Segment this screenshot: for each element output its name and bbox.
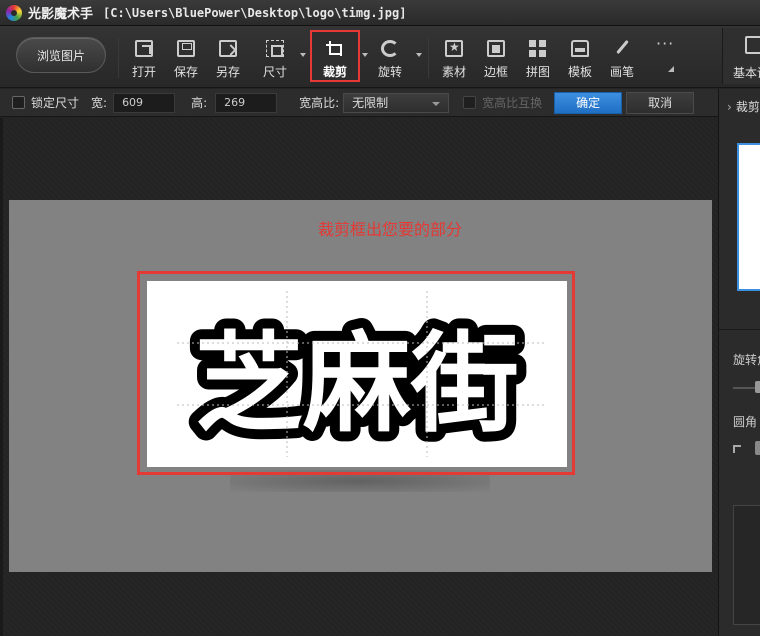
aspect-ratio-select[interactable]: 无限制: [343, 92, 450, 113]
crop-dropdown-arrow[interactable]: [362, 53, 368, 57]
swap-ratio-checkbox[interactable]: [463, 96, 477, 109]
left-ruler: [0, 118, 3, 636]
height-input[interactable]: 269: [215, 92, 278, 113]
resize-icon: [266, 40, 284, 57]
grid-icon: [529, 40, 547, 57]
adjust-icon: [745, 36, 760, 54]
basic-adjust-tab[interactable]: 基本调: [722, 28, 760, 84]
size-label: 尺寸: [262, 65, 287, 79]
lock-size-checkbox[interactable]: [12, 96, 25, 109]
rotate-label: 旋转: [377, 65, 402, 79]
browse-images-button[interactable]: 浏览图片: [16, 37, 106, 73]
star-icon: [445, 40, 463, 57]
crop-options-bar: 锁定尺寸 宽: 609 高: 269 宽高比: 无限制 宽高比互换 确定 取消: [0, 89, 720, 117]
printer-icon: [571, 40, 589, 57]
crop-label: 裁剪: [322, 65, 347, 79]
corner-radius-icon: [733, 445, 741, 453]
collage-label: 拼图: [525, 65, 550, 79]
template-button[interactable]: 模板: [560, 34, 600, 80]
crop-selection-frame[interactable]: [137, 271, 575, 475]
width-input[interactable]: 609: [113, 92, 176, 113]
save-as-icon: [219, 40, 237, 57]
app-title: 光影魔术手: [28, 7, 94, 22]
size-dropdown-arrow[interactable]: [300, 53, 306, 57]
frame-icon: [487, 40, 505, 57]
rotate-button[interactable]: 旋转: [370, 34, 410, 80]
collage-button[interactable]: 拼图: [518, 34, 558, 80]
rotate-icon: [381, 40, 399, 57]
confirm-button[interactable]: 确定: [554, 91, 623, 114]
open-label: 打开: [131, 65, 156, 79]
save-button[interactable]: 保存: [166, 34, 206, 80]
crop-hint-text: 裁剪框出您要的部分: [318, 220, 463, 239]
template-label: 模板: [567, 65, 592, 79]
border-button[interactable]: 边框: [476, 34, 516, 80]
lock-size-label: 锁定尺寸: [31, 96, 80, 110]
corner-radius-handle[interactable]: [755, 441, 760, 455]
brush-icon: [613, 40, 631, 57]
save-icon: [177, 40, 195, 57]
crop-icon: [326, 40, 344, 57]
right-panel: 裁剪 旋转角 圆角: [718, 89, 760, 636]
more-icon: [655, 34, 674, 58]
main-toolbar: 浏览图片 打开 保存 另存 尺寸 裁剪 旋转 素材 边框 拼图 模板: [0, 26, 760, 88]
rotate-slider-handle[interactable]: [755, 381, 760, 393]
file-path: [C:\Users\BluePower\Desktop\logo\timg.jp…: [103, 5, 407, 20]
save-label: 保存: [173, 65, 198, 79]
open-icon: [135, 40, 153, 57]
rotate-dropdown-arrow[interactable]: [416, 53, 422, 57]
more-button[interactable]: [644, 34, 684, 80]
cancel-button[interactable]: 取消: [626, 91, 695, 114]
crop-preview-thumbnail: [737, 143, 760, 291]
rotate-angle-label: 旋转角: [733, 353, 760, 367]
save-as-button[interactable]: 另存: [208, 34, 248, 80]
crop-button[interactable]: 裁剪: [310, 30, 360, 82]
panel-bottom-section: [733, 505, 760, 625]
basic-adjust-label: 基本调: [733, 66, 760, 80]
width-label: 宽:: [91, 96, 108, 110]
title-bar: 光影魔术手 [C:\Users\BluePower\Desktop\logo\t…: [0, 0, 760, 26]
height-label: 高:: [191, 96, 208, 110]
toolbar-expand-icon[interactable]: [668, 66, 674, 72]
crop-panel-tab[interactable]: 裁剪: [727, 98, 760, 115]
size-button[interactable]: 尺寸: [255, 34, 295, 80]
border-label: 边框: [483, 65, 508, 79]
material-button[interactable]: 素材: [434, 34, 474, 80]
corner-radius-label: 圆角: [733, 415, 758, 429]
app-logo-icon: [6, 4, 22, 21]
panel-divider: [719, 329, 760, 330]
save-as-label: 另存: [215, 65, 240, 79]
open-button[interactable]: 打开: [124, 34, 164, 80]
brush-button[interactable]: 画笔: [602, 34, 642, 80]
swap-ratio-label: 宽高比互换: [482, 96, 543, 110]
toolbar-divider: [428, 38, 429, 78]
ratio-label: 宽高比:: [299, 96, 340, 110]
material-label: 素材: [441, 65, 466, 79]
brush-label: 画笔: [609, 65, 634, 79]
toolbar-divider: [118, 38, 119, 78]
